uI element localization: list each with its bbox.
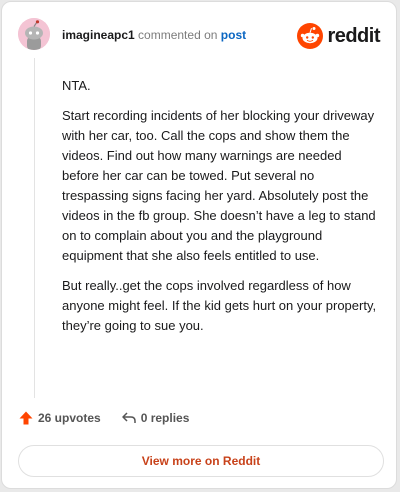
thread-line <box>34 58 35 398</box>
avatar[interactable] <box>18 18 50 50</box>
comment-action-text: commented on <box>138 28 218 42</box>
view-more-button[interactable]: View more on Reddit <box>18 445 384 477</box>
upvote-arrow-icon <box>19 411 33 425</box>
username-link[interactable]: imagineapc1 <box>62 28 135 42</box>
upvote-button[interactable]: 26 upvotes <box>18 410 101 426</box>
reddit-brand[interactable]: reddit <box>297 23 380 49</box>
comment-header: imagineapc1 commented on post <box>62 28 246 42</box>
reddit-comment-card: imagineapc1 commented on post reddit NTA… <box>1 1 397 489</box>
snoo-avatar-icon <box>18 18 50 50</box>
upvote-count: 26 upvotes <box>38 411 101 425</box>
reply-count: 0 replies <box>140 411 190 425</box>
reply-button[interactable]: 0 replies <box>121 410 190 426</box>
comment-actions: 26 upvotes 0 replies <box>18 410 189 426</box>
comment-paragraph: But really..get the cops involved regard… <box>62 278 377 333</box>
comment-paragraph: NTA. <box>62 78 91 93</box>
comment-paragraph: Start recording incidents of her blockin… <box>62 108 376 263</box>
reddit-snoo-icon <box>297 23 324 49</box>
post-link[interactable]: post <box>221 28 246 42</box>
comment-body: NTA. Start recording incidents of her bl… <box>62 76 382 346</box>
reply-arrow-icon <box>121 412 136 423</box>
reddit-wordmark: reddit <box>327 25 380 47</box>
